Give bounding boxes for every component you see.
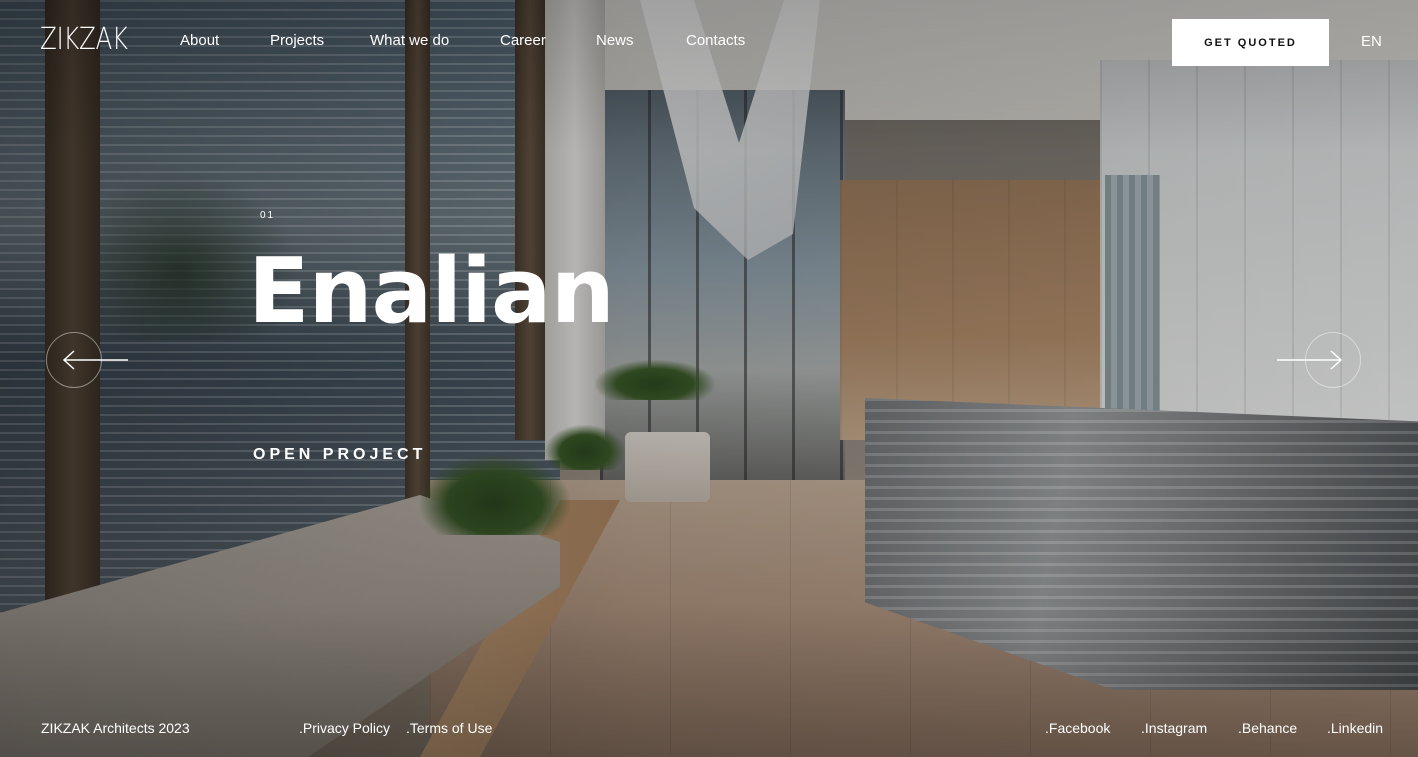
- nav-career[interactable]: Career: [500, 32, 546, 49]
- language-switch[interactable]: EN: [1361, 33, 1382, 50]
- linkedin-link[interactable]: .Linkedin: [1327, 720, 1383, 736]
- behance-link[interactable]: .Behance: [1238, 720, 1297, 736]
- arrow-right-icon: [1277, 350, 1343, 370]
- nav-projects[interactable]: Projects: [270, 32, 324, 49]
- nav-what-we-do[interactable]: What we do: [370, 32, 449, 49]
- overlay-vignette: [0, 0, 1418, 757]
- instagram-link[interactable]: .Instagram: [1141, 720, 1207, 736]
- get-quoted-button[interactable]: GET QUOTED: [1172, 19, 1329, 66]
- arrow-left-icon: [62, 350, 128, 370]
- project-title: Enalian: [248, 239, 615, 344]
- nav-news[interactable]: News: [596, 32, 634, 49]
- hero-background-image: [0, 0, 1418, 757]
- open-project-link[interactable]: OPEN PROJECT: [253, 446, 426, 464]
- logo[interactable]: ZIKZAK: [40, 22, 128, 57]
- facebook-link[interactable]: .Facebook: [1045, 720, 1110, 736]
- slide-number: 01: [260, 210, 276, 221]
- nav-contacts[interactable]: Contacts: [686, 32, 745, 49]
- terms-of-use-link[interactable]: .Terms of Use: [406, 720, 492, 736]
- copyright: ZIKZAK Architects 2023: [41, 720, 190, 736]
- privacy-policy-link[interactable]: .Privacy Policy: [299, 720, 390, 736]
- nav-about[interactable]: About: [180, 32, 219, 49]
